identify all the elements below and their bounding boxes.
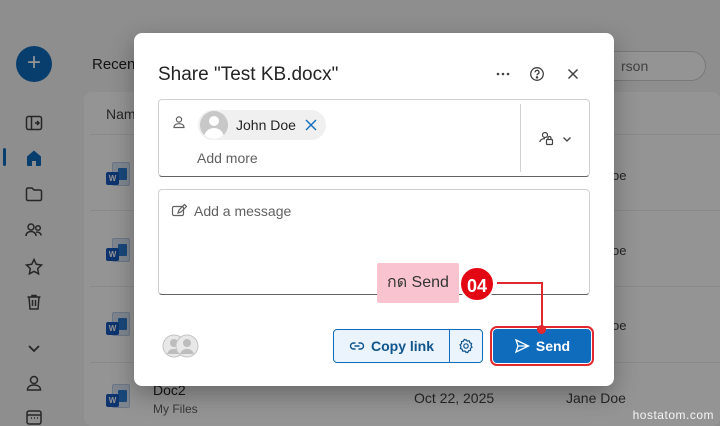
callout-leader-line	[541, 282, 543, 329]
recipient-chip[interactable]: John Doe	[198, 110, 326, 140]
callout-leader-line	[497, 282, 543, 284]
close-icon[interactable]	[304, 118, 318, 132]
edit-icon	[171, 203, 187, 217]
more-options-button[interactable]	[492, 63, 514, 85]
gear-icon	[459, 338, 473, 354]
copy-link-button[interactable]: Copy link	[334, 330, 450, 362]
message-placeholder: Add a message	[194, 203, 292, 219]
copy-link-group: Copy link	[333, 329, 483, 363]
link-settings-button[interactable]	[450, 330, 482, 362]
step-number-badge: 04	[459, 266, 495, 302]
copy-link-label: Copy link	[370, 338, 434, 354]
more-icon	[496, 72, 510, 76]
message-textarea[interactable]: Add a message	[158, 189, 590, 295]
send-label: Send	[535, 338, 571, 354]
people-icon	[162, 334, 199, 358]
person-icon	[173, 116, 185, 129]
recipient-name: John Doe	[236, 117, 296, 133]
add-more-input[interactable]: Add more	[197, 150, 258, 166]
help-icon	[530, 67, 544, 81]
recipients-field[interactable]: John Doe Add more	[158, 99, 590, 177]
chevron-down-icon[interactable]	[561, 133, 573, 145]
field-divider	[520, 104, 521, 172]
avatar	[200, 111, 228, 139]
link-icon	[349, 342, 365, 350]
callout-leader-dot	[537, 325, 546, 334]
watermark: hostatom.com	[632, 408, 714, 422]
permissions-icon[interactable]	[537, 130, 555, 148]
send-icon	[514, 338, 530, 354]
close-icon	[567, 68, 579, 80]
send-button[interactable]: Send	[490, 326, 594, 366]
help-button[interactable]	[526, 63, 548, 85]
close-button[interactable]	[562, 63, 584, 85]
callout-label: กด Send	[377, 263, 459, 303]
dialog-title: Share "Test KB.docx"	[158, 64, 339, 85]
step-callout: กด Send 04	[377, 263, 497, 303]
